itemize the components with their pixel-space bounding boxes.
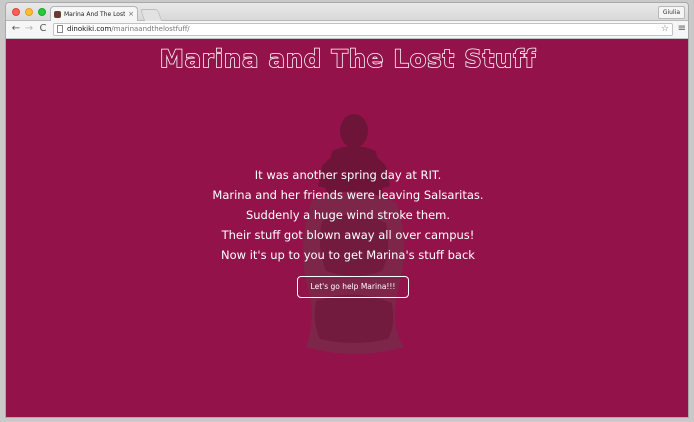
browser-menu-icon[interactable]: ≡ [678,24,686,34]
help-marina-button[interactable]: Let's go help Marina!!! [297,276,409,298]
browser-window: Marina And The Lost Stuff × Giulia ← → C… [5,2,689,418]
favicon-icon [54,10,61,18]
story-line: Now it's up to you to get Marina's stuff… [221,248,475,262]
tab-active[interactable]: Marina And The Lost Stuff × [50,6,138,21]
story-line: Marina and her friends were leaving Sals… [212,188,484,202]
back-arrow-icon[interactable]: ← [10,23,22,35]
url-text: dinokiki.com/marinaandthelostfuff/ [67,24,190,35]
browser-toolbar: ← → C dinokiki.com/marinaandthelostfuff/… [6,21,688,39]
window-controls [12,8,46,16]
story-line: It was another spring day at RIT. [254,168,442,182]
close-window-button[interactable] [12,8,20,16]
story-line: Their stuff got blown away all over camp… [221,228,475,242]
url-path: /marinaandthelostfuff/ [111,25,190,33]
address-bar[interactable]: dinokiki.com/marinaandthelostfuff/ ☆ [53,23,673,36]
new-tab-button[interactable] [139,9,163,21]
reload-icon[interactable]: C [37,23,49,35]
minimize-window-button[interactable] [25,8,33,16]
bookmark-star-icon[interactable]: ☆ [661,24,669,35]
url-domain: dinokiki.com [67,25,112,33]
profile-button[interactable]: Giulia [657,6,685,19]
tab-title: Marina And The Lost Stuff [64,10,126,18]
page-content: Marina and The Lost Stuff It was another… [6,39,688,417]
page-icon [57,25,63,33]
story-line: Suddenly a huge wind stroke them. [245,208,451,222]
forward-arrow-icon[interactable]: → [23,23,35,35]
zoom-window-button[interactable] [38,8,46,16]
page-title: Marina and The Lost Stuff [159,44,537,74]
story-text: It was another spring day at RIT. Marina… [6,165,688,265]
tab-bar: Marina And The Lost Stuff × Giulia [6,3,688,21]
tab-close-icon[interactable]: × [128,10,134,18]
